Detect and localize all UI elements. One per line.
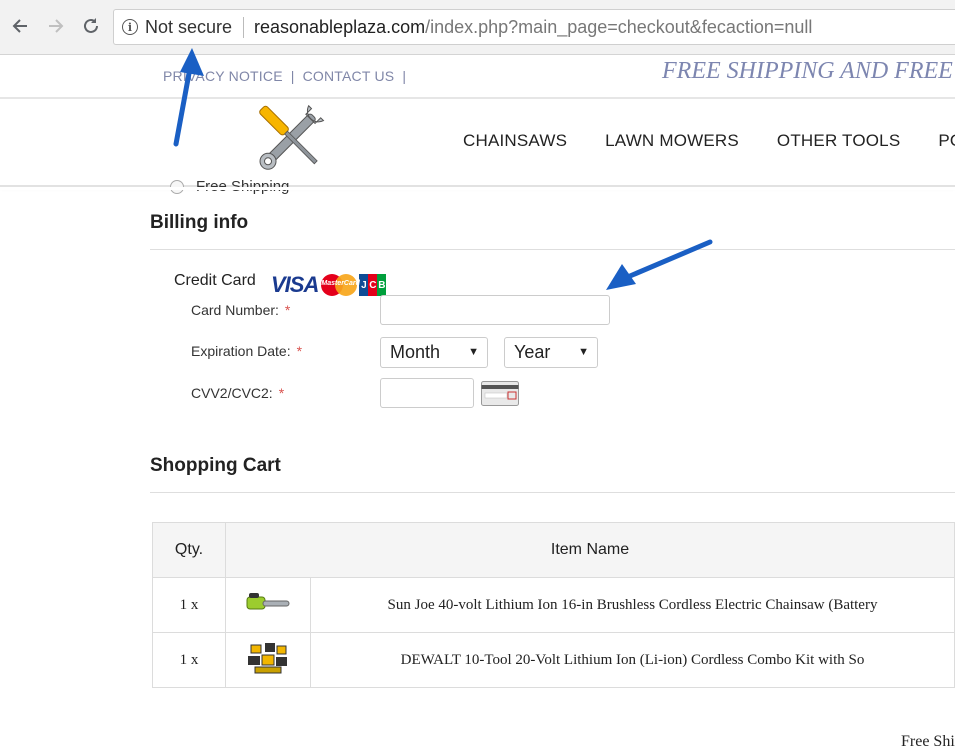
annotation-arrow-icon <box>606 239 713 290</box>
privacy-notice-link[interactable]: PRIVACY NOTICE <box>163 68 283 84</box>
divider <box>150 249 955 250</box>
shopping-cart-title: Shopping Cart <box>150 455 281 476</box>
chainsaw-thumbnail[interactable] <box>225 577 311 633</box>
billing-info-title: Billing info <box>150 212 249 233</box>
arrow-right-icon[interactable] <box>44 14 68 38</box>
free-shipping-text: Free Shi <box>901 733 955 750</box>
table-row: 1 x Sun Joe 40-volt Lithium Ion 16-in Br… <box>152 577 955 633</box>
visa-logo: VISA <box>271 272 319 297</box>
credit-card-label: Credit Card <box>174 272 256 289</box>
jcb-logo: JCB <box>359 274 387 296</box>
expiration-date-label: Expiration Date: * <box>191 343 303 359</box>
row-qty: 1 x <box>152 632 226 688</box>
combo-kit-thumbnail[interactable] <box>225 632 311 688</box>
arrow-left-icon[interactable] <box>8 14 32 38</box>
url-text[interactable]: reasonableplaza.com/index.php?main_page=… <box>254 10 812 44</box>
cart-table: Qty. Item Name 1 x Sun Joe 40-volt Lithi… <box>152 522 955 688</box>
link-separator: | <box>402 68 407 84</box>
nav-other-tools[interactable]: OTHER TOOLS <box>777 131 900 151</box>
card-brands: VISA MasterCard JCB <box>271 272 387 298</box>
card-number-input[interactable] <box>380 295 610 325</box>
dropdown-arrow-icon: ▼ <box>468 346 479 358</box>
contact-us-link[interactable]: CONTACT US <box>303 68 395 84</box>
site-topbar: PRIVACY NOTICE | CONTACT US | FREE SHIPPING… <box>0 55 955 99</box>
nav-power[interactable]: POW <box>938 131 955 151</box>
qty-header: Qty. <box>152 522 226 578</box>
card-number-label: Card Number: * <box>191 302 291 318</box>
tools-logo-icon[interactable] <box>248 99 334 179</box>
row-item-name[interactable]: DEWALT 10-Tool 20-Volt Lithium Ion (Li-i… <box>310 632 955 688</box>
browser-toolbar: i Not secure reasonableplaza.com/index.p… <box>0 0 955 55</box>
row-qty: 1 x <box>152 577 226 633</box>
cvv-card-icon <box>481 381 519 406</box>
table-header-row: Qty. Item Name <box>152 522 955 578</box>
nav-chainsaws[interactable]: CHAINSAWS <box>463 131 567 151</box>
item-name-header: Item Name <box>225 522 955 578</box>
header-shadow-mask <box>0 187 955 190</box>
url-path: /index.php?main_page=checkout&fecaction=… <box>425 17 813 37</box>
site-header: CHAINSAWS LAWN MOWERS OTHER TOOLS POW <box>0 99 955 187</box>
row-item-name[interactable]: Sun Joe 40-volt Lithium Ion 16-in Brushl… <box>310 577 955 633</box>
cvv-input[interactable] <box>380 378 474 408</box>
security-label: Not secure <box>145 16 233 37</box>
top-links: PRIVACY NOTICE | CONTACT US | <box>163 68 414 84</box>
security-indicator[interactable]: i Not secure <box>122 10 232 44</box>
address-bar[interactable]: i Not secure reasonableplaza.com/index.p… <box>113 9 955 45</box>
url-domain: reasonableplaza.com <box>254 17 426 37</box>
divider <box>150 492 955 493</box>
divider <box>243 17 244 38</box>
expiration-year-select[interactable]: Year ▼ <box>504 337 598 368</box>
expiration-month-select[interactable]: Month ▼ <box>380 337 488 368</box>
link-separator: | <box>290 68 295 84</box>
main-nav: CHAINSAWS LAWN MOWERS OTHER TOOLS POW <box>463 131 955 151</box>
reload-icon[interactable] <box>79 14 103 38</box>
cvv-label: CVV2/CVC2: * <box>191 385 285 401</box>
mastercard-logo: MasterCard <box>321 274 360 296</box>
table-row: 1 x DEWALT 10-Tool 20-Volt Lithium Ion (… <box>152 632 955 688</box>
info-icon: i <box>122 19 138 35</box>
nav-lawn-mowers[interactable]: LAWN MOWERS <box>605 131 739 151</box>
promo-banner: FREE SHIPPING AND FREE S <box>662 58 955 84</box>
dropdown-arrow-icon: ▼ <box>578 346 589 358</box>
